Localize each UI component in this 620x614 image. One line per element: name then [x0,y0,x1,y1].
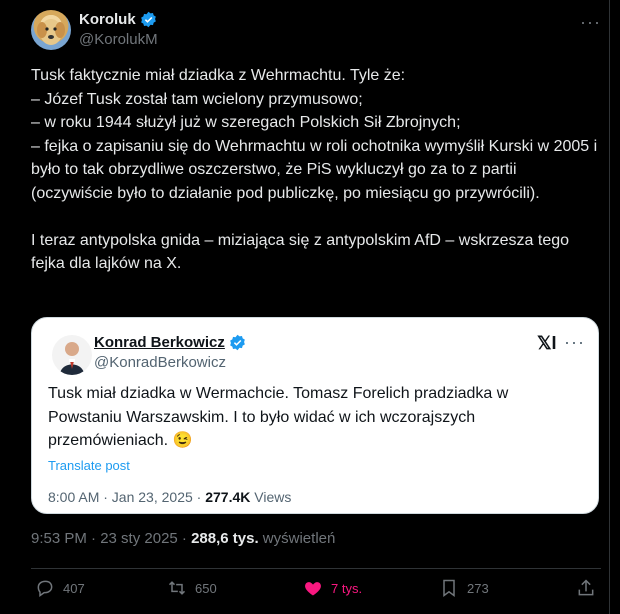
x-logo-icon[interactable]: 𝕏I [537,333,557,354]
bookmark-icon [443,579,455,597]
verified-badge-icon [140,11,156,28]
divider [31,568,601,569]
heart-icon [305,582,321,596]
quote-verified-badge-icon [230,334,245,351]
reply-button[interactable]: 407 [35,578,85,598]
share-button[interactable] [576,578,596,598]
quote-timestamp[interactable]: 8:00 AM · Jan 23, 2025 · [48,489,205,505]
like-button[interactable]: 7 tys. [303,578,362,598]
quote-views-count: 277.4K [205,489,251,505]
like-count: 7 tys. [331,580,363,596]
quote-views-label: Views [250,489,292,505]
repost-count: 650 [195,580,217,596]
quote-more-options-icon[interactable]: ··· [564,332,585,353]
repost-icon [168,581,186,595]
quote-author-name[interactable]: Konrad Berkowicz [94,334,225,351]
views-count: 288,6 tys. [191,530,259,547]
quote-meta: 8:00 AM · Jan 23, 2025 · 277.4K Views [48,489,291,505]
reply-count: 407 [63,580,85,596]
repost-button[interactable]: 650 [167,578,217,598]
tweet-timestamp[interactable]: 9:53 PM · 23 sty 2025 · [31,530,191,547]
tweet-meta: 9:53 PM · 23 sty 2025 · 288,6 tys. wyświ… [31,530,335,547]
share-icon [578,579,594,596]
action-bar: 407 650 7 tys. 273 [31,578,601,602]
author-name[interactable]: Koroluk [79,11,136,28]
author-handle[interactable]: @KorolukM [79,31,158,48]
views-label: wyświetleń [258,530,336,547]
translate-post-link[interactable]: Translate post [48,458,130,473]
reply-icon [37,580,53,597]
quoted-tweet[interactable]: Konrad Berkowicz @KonradBerkowicz 𝕏I ···… [31,317,599,514]
bookmark-button[interactable]: 273 [439,578,489,598]
quote-avatar[interactable] [52,335,92,375]
tweet-header: Koroluk @KorolukM ··· [31,10,601,50]
tweet-text: Tusk faktycznie miał dziadka z Wehrmacht… [31,67,598,272]
avatar[interactable] [31,10,71,50]
quote-text: Tusk miał dziadka w Wermachcie. Tomasz F… [48,385,509,449]
bookmark-count: 273 [467,580,489,596]
quote-author-handle[interactable]: @KonradBerkowicz [94,354,226,371]
tweet-container: Koroluk @KorolukM ··· Tusk faktycznie mi… [0,0,610,614]
more-options-icon[interactable]: ··· [580,12,601,33]
